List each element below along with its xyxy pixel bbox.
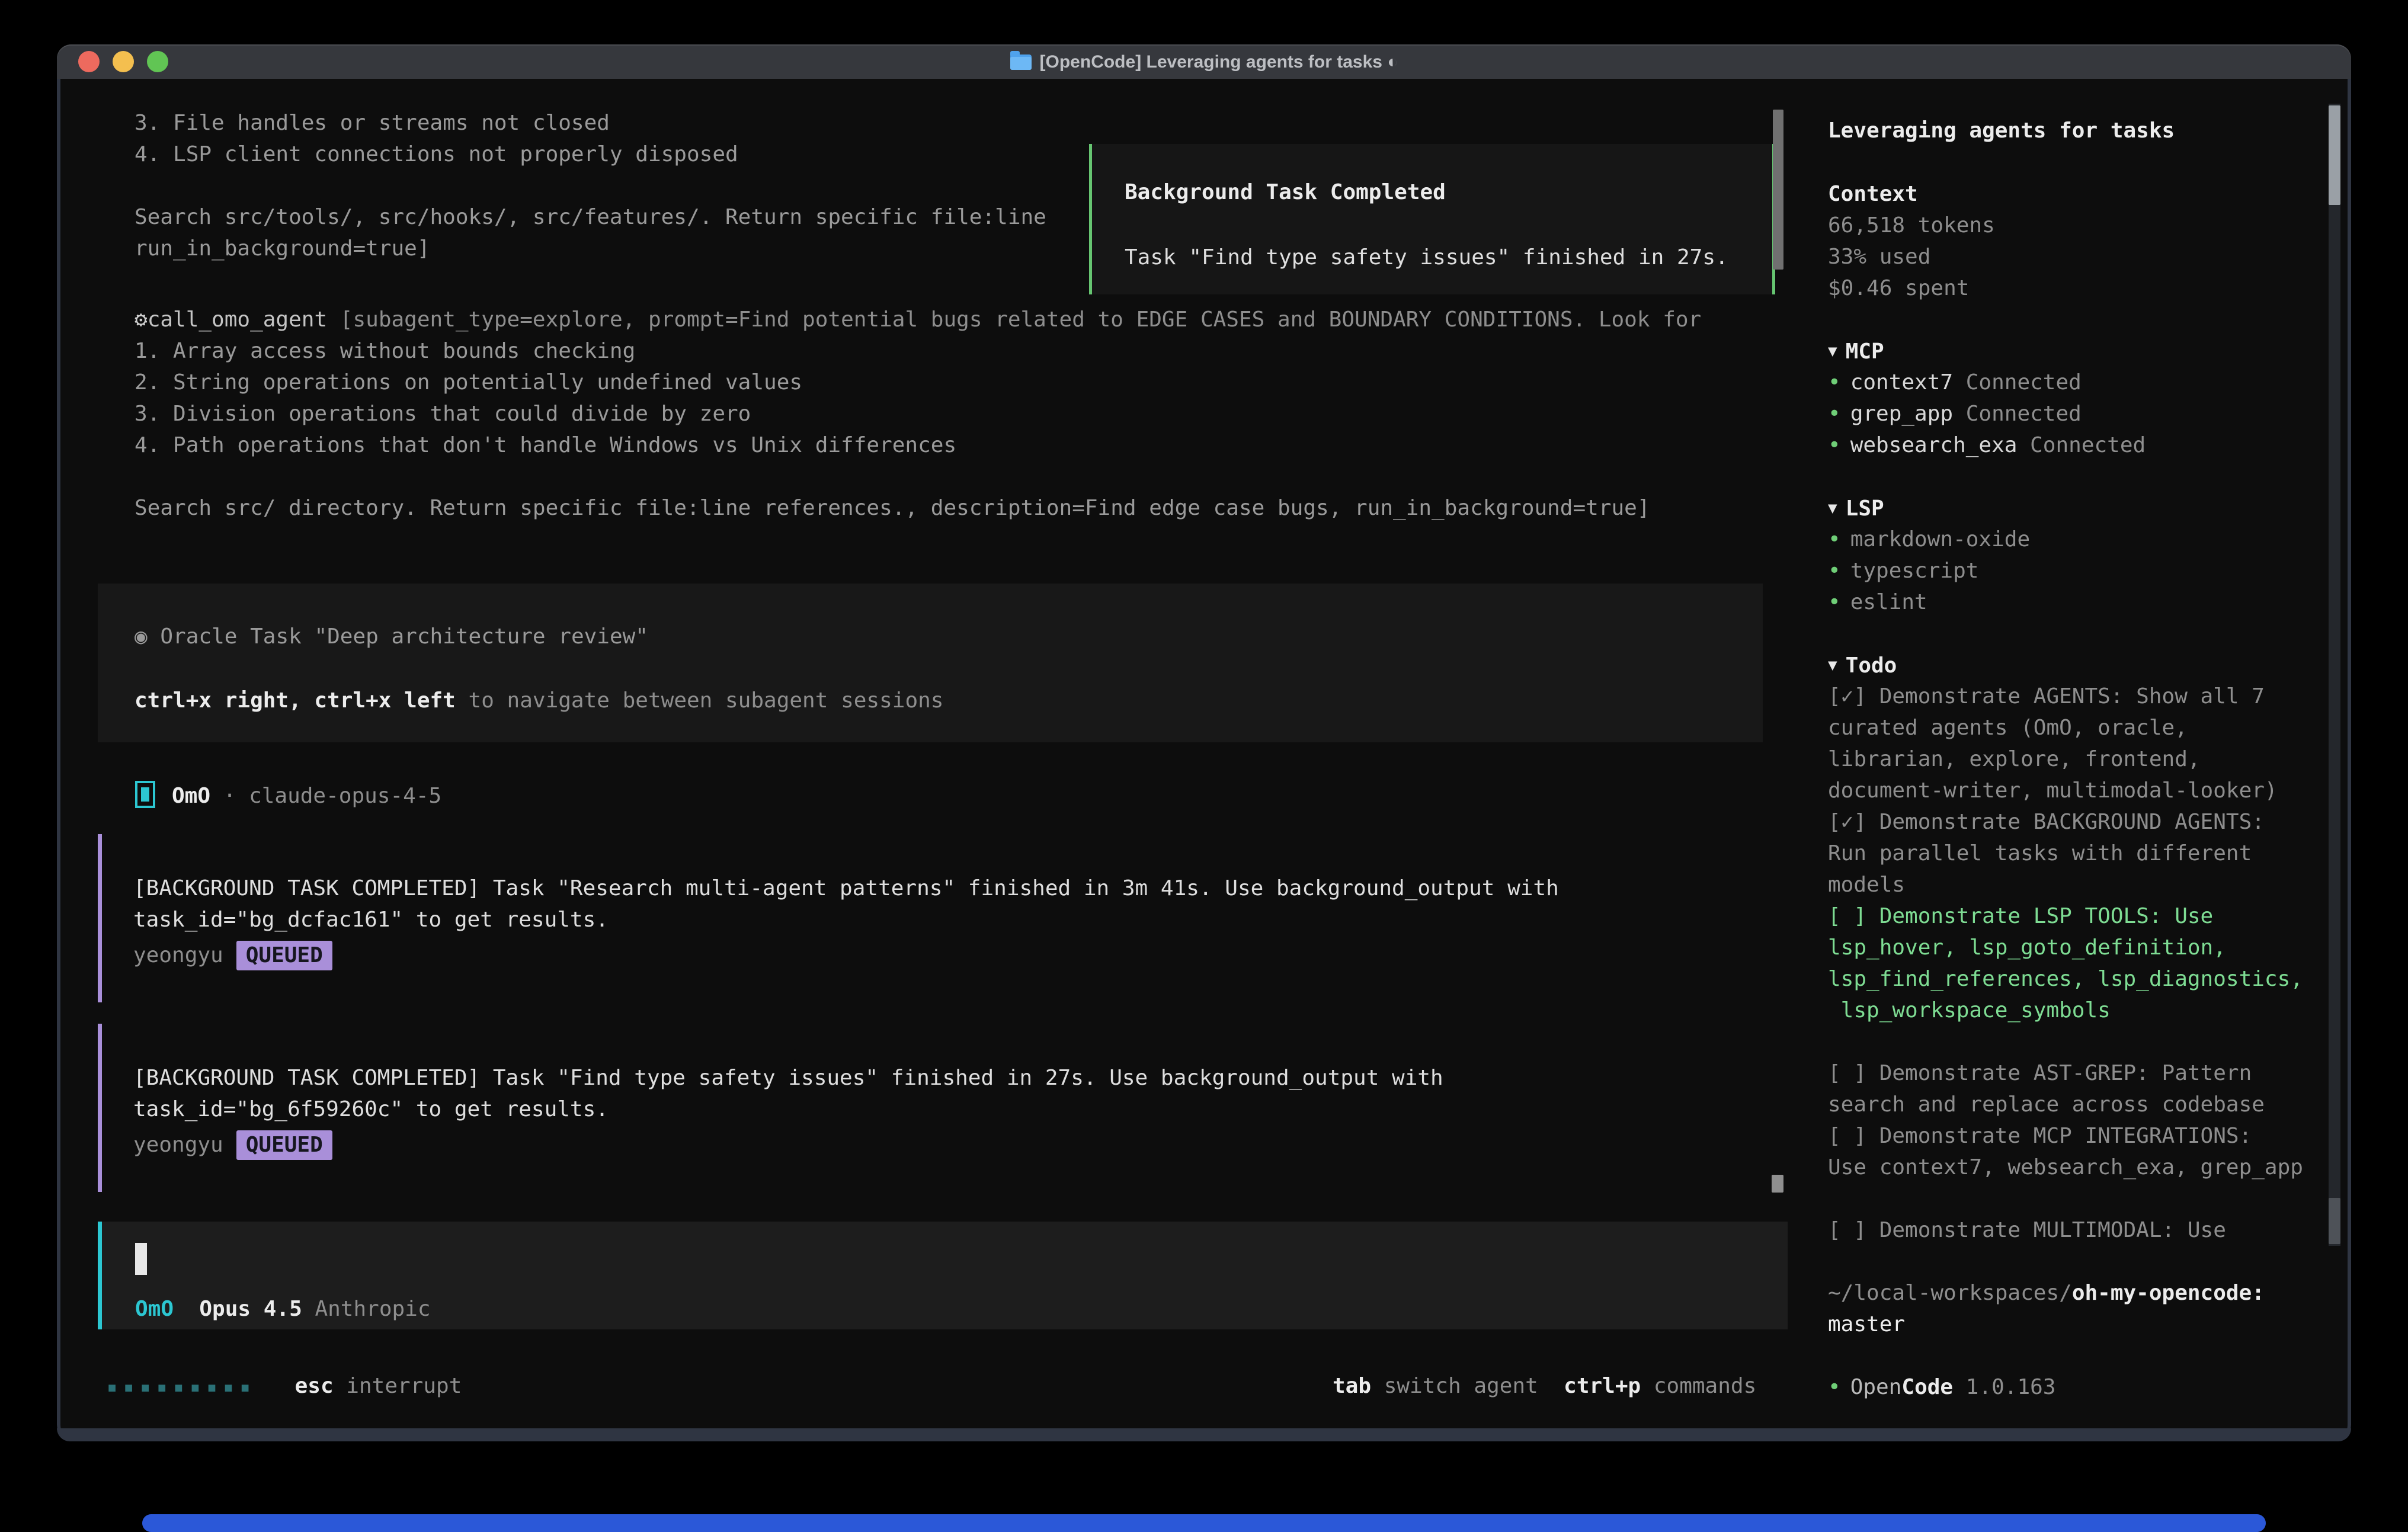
folder-icon xyxy=(1010,55,1032,70)
todo-line: search and replace across codebase xyxy=(1828,1092,2265,1118)
bottom-accent-bar xyxy=(142,1514,2266,1532)
agent-header: OmO · claude-opus-4-5 xyxy=(172,783,441,809)
tab-key-hint: tab xyxy=(1333,1374,1371,1398)
chevron-down-icon: ▼ xyxy=(1828,342,1837,360)
task-message-line: [BACKGROUND TASK COMPLETED] Task "Find t… xyxy=(133,1065,1443,1091)
status-badge: QUEUED xyxy=(236,1130,332,1160)
window-titlebar[interactable]: [OpenCode] Leveraging agents for tasks ◐ xyxy=(57,44,2351,79)
mcp-section-header[interactable]: ▼MCP xyxy=(1828,338,1884,365)
window-bottom-frame xyxy=(57,1428,2351,1441)
status-dot-icon: • xyxy=(1828,590,1841,614)
transcript-line: 4. LSP client connections not properly d… xyxy=(135,142,738,168)
main-scrollbar-thumb[interactable] xyxy=(1773,110,1783,270)
todo-line: [✓] Demonstrate AGENTS: Show all 7 xyxy=(1828,684,2265,710)
ctrlp-key-hint: ctrl+p xyxy=(1538,1374,1641,1398)
transcript-line: 4. Path operations that don't handle Win… xyxy=(135,432,956,459)
fisheye-icon: ◉ xyxy=(135,624,148,649)
username: yeongyu xyxy=(133,1133,223,1157)
workspace-branch: master xyxy=(1828,1312,1905,1338)
tool-call-name: call_omo_agent xyxy=(148,307,327,332)
transcript-line: 3. File handles or streams not closed xyxy=(135,110,610,136)
status-dot-icon: • xyxy=(1828,527,1841,552)
todo-line: [ ] Demonstrate MULTIMODAL: Use xyxy=(1828,1217,2226,1243)
todo-line: librarian, explore, frontend, xyxy=(1828,746,2201,773)
spinner-dots: ▪▪▪▪▪▪▪▪▪ xyxy=(107,1377,257,1398)
task-block-accent xyxy=(98,834,102,1002)
status-bar-left: ▪▪▪▪▪▪▪▪▪ esc interrupt xyxy=(107,1373,462,1400)
model-name: Opus 4.5 xyxy=(174,1297,315,1321)
transcript-line: 3. Division operations that could divide… xyxy=(135,401,751,427)
status-dot-icon: • xyxy=(1828,559,1841,583)
sidebar-scrollbar-thumb[interactable] xyxy=(2329,105,2340,205)
context-spent: $0.46 spent xyxy=(1828,275,1969,302)
text-cursor xyxy=(135,1243,147,1275)
task-message-line: task_id="bg_6f59260c" to get results. xyxy=(133,1097,609,1123)
task-message-line: task_id="bg_dcfac161" to get results. xyxy=(133,907,609,933)
tool-call-line: ⚙call_omo_agent [subagent_type=explore, … xyxy=(135,307,1701,333)
shortcut-keys: ctrl+x right, ctrl+x left xyxy=(135,688,456,713)
chevron-down-icon: ▼ xyxy=(1828,499,1837,517)
sidebar-scrollbar-track[interactable] xyxy=(2329,104,2340,1246)
app-version: •OpenCode 1.0.163 xyxy=(1828,1374,2055,1400)
mcp-item: •websearch_exa Connected xyxy=(1828,432,2146,459)
notification-body: Task "Find type safety issues" finished … xyxy=(1125,245,1728,271)
todo-line: [✓] Demonstrate BACKGROUND AGENTS: xyxy=(1828,809,2265,835)
model-indicator: OmO Opus 4.5 Anthropic xyxy=(135,1296,431,1322)
task-meta: yeongyu QUEUED xyxy=(133,941,332,970)
oracle-task-title: ◉ Oracle Task "Deep architecture review" xyxy=(135,624,648,650)
context-heading: Context xyxy=(1828,181,1918,207)
transcript-line: Search src/tools/, src/hooks/, src/featu… xyxy=(135,204,1046,230)
chevron-down-icon: ▼ xyxy=(1828,656,1837,674)
task-message-line: [BACKGROUND TASK COMPLETED] Task "Resear… xyxy=(133,876,1559,902)
todo-line: curated agents (OmO, oracle, xyxy=(1828,715,2188,741)
todo-line: document-writer, multimodal-looker) xyxy=(1828,778,2278,804)
todo-line-active: [ ] Demonstrate LSP TOOLS: Use xyxy=(1828,903,2213,930)
task-block-accent xyxy=(98,1024,102,1192)
username: yeongyu xyxy=(133,943,223,967)
status-badge: QUEUED xyxy=(236,941,332,970)
todo-line: [ ] Demonstrate MCP INTEGRATIONS: xyxy=(1828,1123,2252,1149)
status-bar-right: tab switch agent ctrl+p commands xyxy=(1333,1373,1756,1399)
todo-line-active: lsp_hover, lsp_goto_definition, xyxy=(1828,935,2226,961)
transcript-line: run_in_background=true] xyxy=(135,236,430,262)
esc-key-hint: esc xyxy=(295,1374,334,1398)
sidebar-session-title: Leveraging agents for tasks xyxy=(1828,118,2175,144)
oracle-task-hint: ctrl+x right, ctrl+x left to navigate be… xyxy=(135,688,943,714)
notification-title: Background Task Completed xyxy=(1125,180,1446,206)
todo-line: [ ] Demonstrate AST-GREP: Pattern xyxy=(1828,1060,2252,1086)
todo-line: Use context7, websearch_exa, grep_app xyxy=(1828,1155,2303,1181)
lsp-item: •typescript xyxy=(1828,558,1978,584)
status-dot-icon: • xyxy=(1828,402,1841,426)
todo-section-header[interactable]: ▼Todo xyxy=(1828,652,1897,679)
todo-line-active: lsp_workspace_symbols xyxy=(1828,998,2111,1024)
gear-icon: ⚙ xyxy=(135,307,148,332)
context-tokens: 66,518 tokens xyxy=(1828,213,1995,239)
transcript-line: Search src/ directory. Return specific f… xyxy=(135,495,1650,521)
status-dot-icon: • xyxy=(1828,370,1841,395)
agent-name: OmO xyxy=(135,1297,174,1321)
oracle-task-box: ◉ Oracle Task "Deep architecture review"… xyxy=(98,584,1763,742)
agent-checkbox-icon xyxy=(135,781,155,808)
main-scrollbar-marker[interactable] xyxy=(1772,1175,1783,1193)
transcript-line: 2. String operations on potentially unde… xyxy=(135,370,802,396)
todo-line-active: lsp_find_references, lsp_diagnostics, xyxy=(1828,966,2303,992)
background-task-notification: Background Task Completed Task "Find typ… xyxy=(1089,144,1775,294)
context-used: 33% used xyxy=(1828,244,1930,270)
mcp-item: •context7 Connected xyxy=(1828,370,2082,396)
lsp-section-header[interactable]: ▼LSP xyxy=(1828,495,1884,522)
status-dot-icon: • xyxy=(1828,1375,1841,1399)
transcript-line: 1. Array access without bounds checking xyxy=(135,338,635,364)
window-title: [OpenCode] Leveraging agents for tasks ◐ xyxy=(57,52,2351,73)
status-dot-icon: • xyxy=(1828,433,1841,457)
provider-name: Anthropic xyxy=(315,1297,430,1321)
workspace-path: ~/local-workspaces/oh-my-opencode: xyxy=(1828,1280,2265,1306)
todo-line: models xyxy=(1828,872,1905,898)
lsp-item: •eslint xyxy=(1828,589,1927,616)
tool-call-args: [subagent_type=explore, prompt=Find pote… xyxy=(327,307,1701,332)
lsp-item: •markdown-oxide xyxy=(1828,527,2030,553)
sidebar-scrollbar-end xyxy=(2329,1198,2340,1244)
mcp-item: •grep_app Connected xyxy=(1828,401,2082,427)
todo-line: Run parallel tasks with different xyxy=(1828,841,2252,867)
task-meta: yeongyu QUEUED xyxy=(133,1130,332,1160)
